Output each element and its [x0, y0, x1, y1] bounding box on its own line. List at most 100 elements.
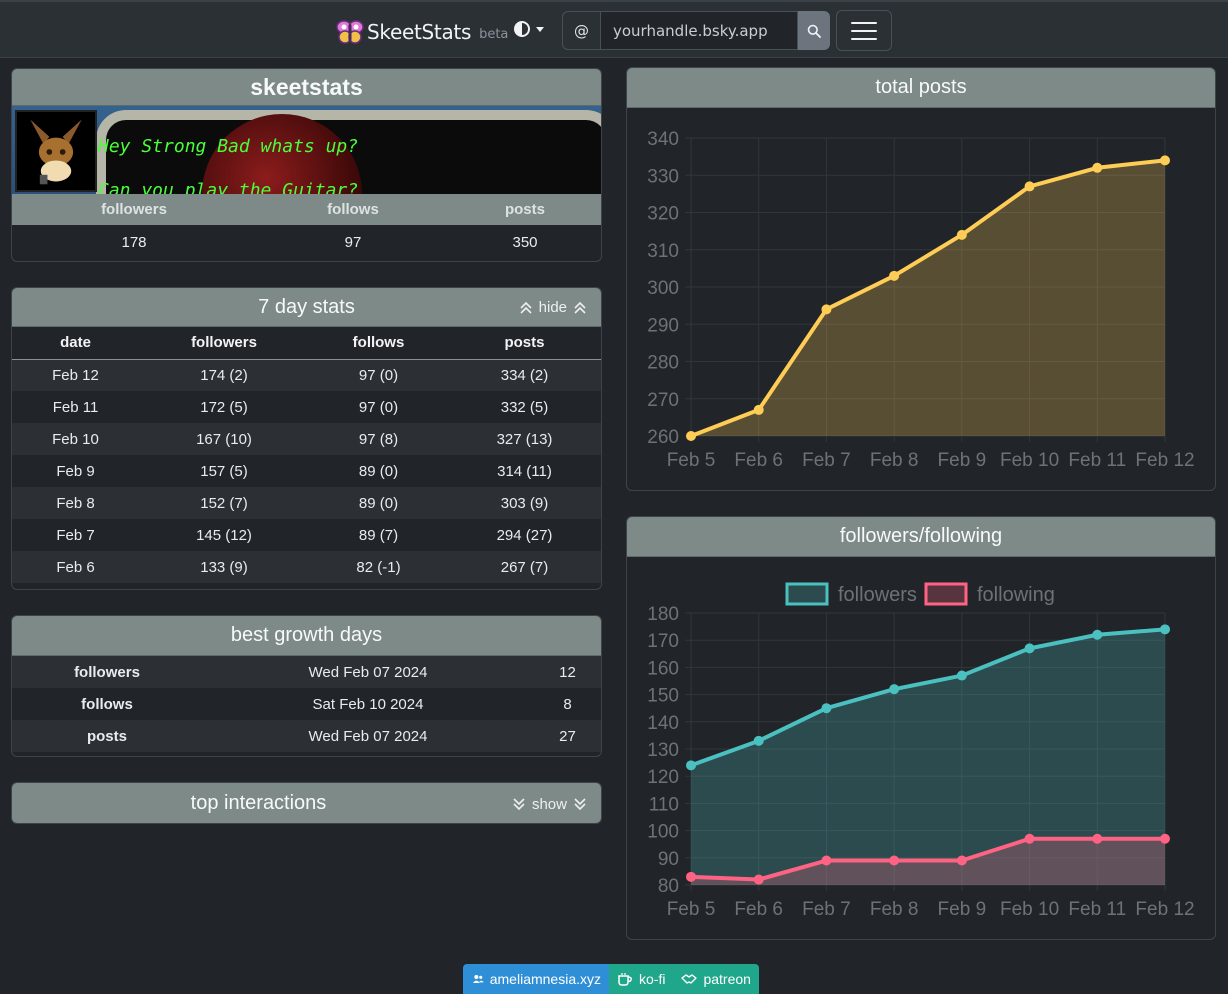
x-tick-label: Feb 12 — [1135, 899, 1194, 920]
table-row: followers Wed Feb 07 2024 12 — [12, 656, 601, 688]
cell: 27 — [534, 720, 601, 752]
y-tick-label: 340 — [647, 129, 679, 150]
data-point — [956, 855, 967, 866]
x-tick-label: Feb 12 — [1135, 450, 1194, 471]
table-header-row: date followers follows posts — [12, 327, 601, 360]
data-point — [753, 874, 764, 885]
data-point — [1160, 155, 1170, 166]
data-point — [821, 855, 832, 866]
avatar[interactable] — [15, 110, 97, 192]
x-tick-label: Feb 10 — [1000, 450, 1059, 471]
data-point — [686, 760, 696, 771]
y-tick-label: 110 — [649, 794, 679, 815]
cell: 167 (10) — [139, 423, 309, 455]
y-tick-label: 90 — [658, 849, 679, 870]
x-tick-label: Feb 6 — [734, 450, 783, 471]
table-row: posts Wed Feb 07 2024 27 — [12, 720, 601, 752]
x-tick-label: Feb 8 — [870, 899, 919, 920]
legend-swatch — [924, 582, 968, 606]
hide-toggle[interactable]: hide — [519, 288, 587, 327]
hide-label[interactable]: hide — [539, 299, 567, 316]
search-button[interactable] — [798, 11, 830, 50]
data-point — [956, 229, 967, 240]
follows-label: follows — [327, 201, 379, 218]
banner-text-line1: Hey Strong Bad whats up? — [98, 136, 359, 157]
column-header: posts — [448, 327, 601, 360]
y-tick-label: 310 — [647, 241, 679, 262]
y-tick-label: 130 — [647, 740, 679, 761]
table-row: Feb 10 167 (10) 97 (8) 327 (13) — [12, 423, 601, 455]
top-interactions-header: top interactions show — [12, 783, 601, 823]
best-growth-title: best growth days — [12, 616, 601, 656]
profile-card: skeetstats Hey Strong Bad whats up? Can … — [11, 68, 602, 262]
cell: 89 (0) — [309, 487, 448, 519]
profile-banner: Hey Strong Bad whats up? Can you play th… — [12, 106, 601, 194]
cell: 89 (7) — [358, 526, 399, 544]
data-point — [889, 270, 900, 281]
cell: 145 (12) — [196, 526, 252, 544]
brand-name[interactable]: SkeetStats — [367, 20, 471, 44]
table-row: follows Sat Feb 10 2024 8 — [12, 688, 601, 720]
data-point — [889, 855, 900, 866]
table-row: Feb 7 145 (12) 89 (7) 294 (27) — [12, 519, 601, 551]
cell: 332 (5) — [500, 398, 549, 416]
data-point — [1024, 643, 1035, 654]
posts-label: posts — [504, 201, 545, 218]
followers-following-card: followers/following 80 90 100 110 120 130 140 1… — [626, 516, 1216, 940]
data-point — [889, 684, 900, 695]
cell: posts — [12, 720, 202, 752]
total-posts-chart: 260 270 280 290 300 310 320 330 340 Feb 5 Feb 6 Feb… — [647, 129, 1194, 471]
data-point — [821, 703, 832, 714]
cell: 327 (13) — [448, 423, 601, 455]
cell: 97 (0) — [358, 398, 399, 416]
data-point — [1160, 833, 1170, 844]
follows-count: 97 — [344, 233, 362, 251]
data-point — [1092, 833, 1103, 844]
hamburger-icon — [851, 21, 877, 24]
cell: 314 (11) — [497, 462, 552, 480]
total-posts-card: total posts 260 270 280 290 300 310 320 330 340 F… — [626, 67, 1216, 491]
cell: Sat Feb 10 2024 — [312, 695, 424, 713]
x-tick-label: Feb 9 — [938, 450, 987, 471]
cell: Feb 11 — [52, 398, 99, 416]
handle-search-group: @ — [562, 11, 830, 50]
patreon-link[interactable]: patreon — [673, 964, 759, 994]
butterfly-logo-icon — [336, 20, 364, 44]
coffee-icon — [618, 973, 632, 986]
series-area — [691, 160, 1165, 436]
cell: followers — [12, 656, 202, 688]
table-row: Feb 9 157 (5) 89 (0) 314 (11) — [12, 455, 601, 487]
x-tick-label: Feb 11 — [1068, 450, 1126, 471]
data-point — [1024, 833, 1035, 844]
show-toggle[interactable]: show — [512, 783, 587, 823]
y-tick-label: 170 — [647, 631, 679, 652]
chevron-double-up-icon — [574, 301, 586, 314]
website-link[interactable]: ameliamnesia.xyz — [463, 964, 609, 994]
handle-input[interactable] — [600, 11, 798, 50]
table-row: Feb 11 172 (5) 97 (0) 332 (5) — [12, 391, 601, 423]
kofi-link-label[interactable]: ko-fi — [639, 971, 665, 987]
cell: 157 (5) — [200, 462, 248, 480]
cell: 133 (9) — [139, 551, 309, 583]
footer-links: ameliamnesia.xyz ko-fi patreon — [463, 964, 759, 994]
column-header: follows — [309, 327, 448, 360]
seven-day-title: 7 day stats — [258, 295, 355, 318]
brand[interactable]: SkeetStats beta — [336, 18, 508, 46]
at-addon: @ — [562, 11, 600, 50]
best-growth-table: followers Wed Feb 07 2024 12 follows Sat… — [12, 656, 601, 752]
theme-toggle[interactable] — [514, 21, 544, 37]
menu-button[interactable] — [836, 10, 892, 51]
cell: Feb 9 — [56, 462, 95, 480]
website-link-label[interactable]: ameliamnesia.xyz — [490, 971, 601, 987]
data-point — [753, 735, 764, 746]
legend-swatch — [785, 582, 829, 606]
y-tick-label: 270 — [647, 390, 679, 411]
contrast-icon — [514, 21, 530, 37]
show-label[interactable]: show — [532, 796, 567, 813]
best-growth-card: best growth days followers Wed Feb 07 20… — [11, 615, 602, 757]
x-tick-label: Feb 10 — [1000, 899, 1059, 920]
kofi-link[interactable]: ko-fi — [609, 964, 674, 994]
chevron-down-icon — [536, 26, 544, 32]
patreon-link-label[interactable]: patreon — [703, 971, 750, 987]
cell: 294 (27) — [496, 526, 553, 544]
